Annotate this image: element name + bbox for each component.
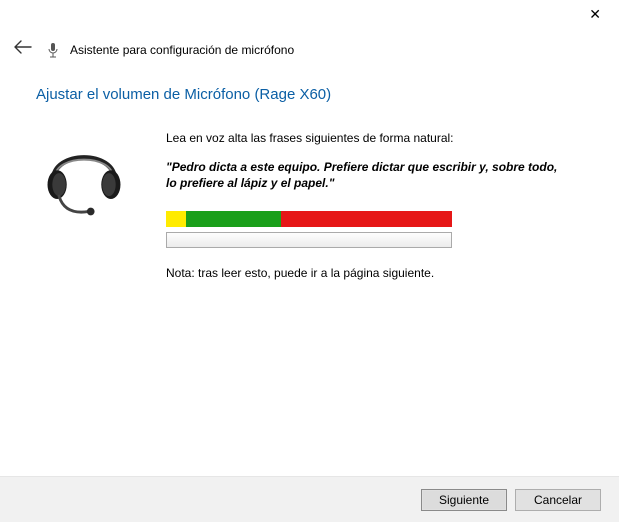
next-button[interactable]: Siguiente xyxy=(421,489,507,511)
meter-segment-green xyxy=(186,211,281,227)
volume-level-bar xyxy=(166,232,452,248)
cancel-button[interactable]: Cancelar xyxy=(515,489,601,511)
meter-segment-red xyxy=(281,211,452,227)
instruction-text: Lea en voz alta las frases siguientes de… xyxy=(166,131,599,145)
wizard-header: Asistente para configuración de micrófon… xyxy=(10,38,609,61)
volume-range-meter xyxy=(166,211,452,227)
cancel-button-label: Cancelar xyxy=(534,493,582,507)
back-arrow-icon[interactable] xyxy=(10,38,36,61)
note-text: Nota: tras leer esto, puede ir a la pági… xyxy=(166,266,599,280)
close-button[interactable]: ✕ xyxy=(583,4,607,25)
microphone-icon xyxy=(46,42,60,58)
wizard-footer: Siguiente Cancelar xyxy=(0,476,619,522)
headset-icon xyxy=(36,127,132,226)
page-title: Ajustar el volumen de Micrófono (Rage X6… xyxy=(36,86,599,103)
meter-segment-yellow xyxy=(166,211,186,227)
sample-phrase: "Pedro dicta a este equipo. Prefiere dic… xyxy=(166,159,599,191)
next-button-label: Siguiente xyxy=(439,493,489,507)
wizard-title: Asistente para configuración de micrófon… xyxy=(70,43,294,57)
